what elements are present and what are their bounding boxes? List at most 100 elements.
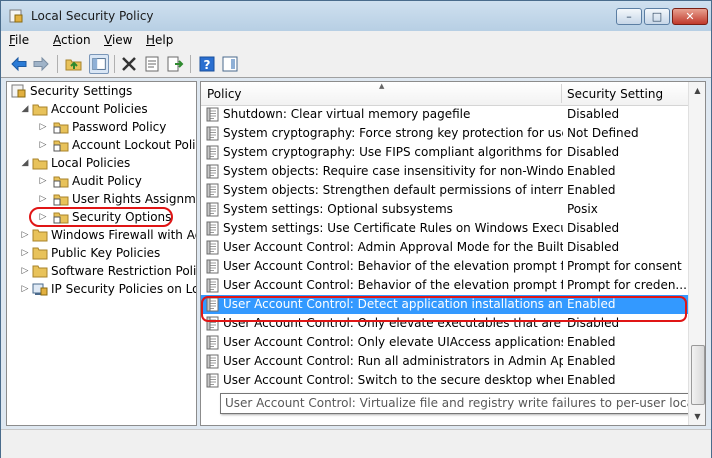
policy-name-cell: User Account Control: Behavior of the el…	[223, 259, 563, 273]
tree-item-label: Password Policy	[72, 120, 167, 134]
policy-name-cell: User Account Control: Run all administra…	[223, 354, 563, 368]
console-tree-pane: Security Settings ◢ Account Policies ▷ P…	[6, 81, 197, 426]
forward-icon[interactable]	[31, 54, 51, 74]
table-row[interactable]: System cryptography: Use FIPS compliant …	[201, 143, 688, 162]
policy-item-icon	[206, 354, 219, 369]
local-security-policy-window: Local Security Policy – □ ✕ File Action …	[0, 0, 712, 458]
expand-arrow-icon[interactable]: ▷	[38, 172, 48, 190]
policy-name-cell: User Account Control: Only elevate UIAcc…	[223, 335, 563, 349]
title-bar[interactable]: Local Security Policy – □ ✕	[1, 1, 711, 31]
mmc-panel-icon[interactable]	[220, 54, 240, 74]
expand-arrow-icon[interactable]: ▷	[38, 136, 48, 154]
policy-item-icon	[206, 335, 219, 350]
policy-item-icon	[206, 278, 219, 293]
tree-item-label: Account Policies	[51, 102, 148, 116]
table-row[interactable]: User Account Control: Admin Approval Mod…	[201, 238, 688, 257]
security-setting-cell: Disabled	[567, 107, 620, 121]
tree-item-label: Security Settings	[30, 84, 133, 98]
policy-tooltip: User Account Control: Virtualize file an…	[220, 393, 705, 414]
menu-action-label: ction	[61, 33, 91, 47]
table-row[interactable]: System settings: Use Certificate Rules o…	[201, 219, 688, 238]
security-setting-cell: Disabled	[567, 221, 620, 235]
tree-item-label: User Rights Assignment	[72, 192, 196, 206]
show-hide-tree-icon[interactable]	[89, 54, 109, 74]
security-setting-cell: Enabled	[567, 335, 616, 349]
table-row[interactable]: User Account Control: Only elevate UIAcc…	[201, 333, 688, 352]
menu-bar: File Action View Help	[1, 31, 711, 51]
security-setting-cell: Posix	[567, 202, 598, 216]
table-row[interactable]: System settings: Optional subsystems Posi…	[201, 200, 688, 219]
close-button[interactable]: ✕	[672, 8, 708, 25]
policy-list-pane: ▲ Policy Security Setting Shutdown: Clea…	[200, 81, 706, 426]
ip-security-icon	[32, 283, 48, 296]
scroll-down-icon[interactable]: ▼	[689, 408, 705, 425]
collapse-arrow-icon[interactable]: ◢	[20, 100, 30, 118]
help-icon[interactable]: ?	[197, 54, 217, 74]
sort-ascending-icon: ▲	[379, 82, 385, 90]
policy-name-cell: System settings: Optional subsystems	[223, 202, 453, 216]
menu-view[interactable]: View	[104, 33, 132, 47]
policy-name-cell: System objects: Require case insensitivi…	[223, 164, 563, 178]
expand-arrow-icon[interactable]: ▷	[20, 280, 30, 298]
table-row[interactable]: User Account Control: Behavior of the el…	[201, 257, 688, 276]
maximize-button[interactable]: □	[644, 8, 670, 25]
table-row[interactable]: System cryptography: Force strong key pr…	[201, 124, 688, 143]
table-row[interactable]: User Account Control: Behavior of the el…	[201, 276, 688, 295]
table-row[interactable]: System objects: Strengthen default permi…	[201, 181, 688, 200]
folder-icon	[32, 247, 48, 260]
policy-folder-icon	[53, 140, 69, 152]
folder-open-icon	[32, 158, 48, 170]
policy-name-cell: User Account Control: Behavior of the el…	[223, 278, 563, 292]
expand-arrow-icon[interactable]: ▷	[20, 226, 30, 244]
tree-item-label: IP Security Policies on Local Computer	[51, 282, 196, 296]
vertical-scrollbar[interactable]: ▲ ▼	[688, 82, 705, 425]
tree-item-label: Public Key Policies	[51, 246, 161, 260]
table-row[interactable]: User Account Control: Run all administra…	[201, 352, 688, 371]
toolbar-separator	[57, 55, 58, 73]
tree-item-label: Windows Firewall with Advanced Security	[51, 228, 196, 242]
menu-action[interactable]: Action	[53, 33, 91, 47]
policy-folder-icon	[53, 122, 69, 134]
back-icon[interactable]	[9, 54, 29, 74]
column-header-policy[interactable]: Policy	[207, 87, 242, 101]
export-list-icon[interactable]	[165, 54, 185, 74]
menu-help-label: elp	[155, 33, 174, 47]
menu-help[interactable]: Help	[146, 33, 173, 47]
expand-arrow-icon[interactable]: ▷	[38, 190, 48, 208]
folder-open-icon	[32, 104, 48, 116]
svg-text:?: ?	[204, 58, 211, 72]
scroll-up-icon[interactable]: ▲	[689, 82, 705, 99]
policy-name-cell: User Account Control: Admin Approval Mod…	[223, 240, 563, 254]
delete-icon[interactable]	[119, 54, 139, 74]
properties-icon[interactable]	[142, 54, 162, 74]
policy-item-icon	[206, 373, 219, 388]
toolbar-separator	[114, 55, 115, 73]
policy-item-icon	[206, 164, 219, 179]
security-setting-cell: Disabled	[567, 240, 620, 254]
expand-arrow-icon[interactable]: ▷	[38, 118, 48, 136]
table-row[interactable]: System objects: Require case insensitivi…	[201, 162, 688, 181]
menu-file[interactable]: File	[9, 33, 29, 47]
folder-icon	[32, 265, 48, 278]
collapse-arrow-icon[interactable]: ◢	[20, 154, 30, 172]
folder-icon	[32, 229, 48, 242]
menu-help-mnemonic: H	[146, 33, 156, 47]
table-row[interactable]: Shutdown: Clear virtual memory pagefile D…	[201, 105, 688, 124]
policy-item-icon	[206, 107, 219, 122]
expand-arrow-icon[interactable]: ▷	[20, 244, 30, 262]
status-bar	[1, 429, 711, 458]
security-setting-cell: Prompt for consent	[567, 259, 682, 273]
expand-arrow-icon[interactable]: ▷	[20, 262, 30, 280]
column-header-security-setting[interactable]: Security Setting	[567, 87, 663, 101]
tree-item-label: Software Restriction Policies	[51, 264, 197, 278]
security-setting-cell: Not Defined	[567, 126, 639, 140]
security-setting-cell: Disabled	[567, 145, 620, 159]
policy-item-icon	[206, 221, 219, 236]
security-setting-cell: Enabled	[567, 183, 616, 197]
scrollbar-thumb[interactable]	[691, 345, 705, 405]
column-divider[interactable]	[561, 84, 562, 103]
minimize-button[interactable]: –	[616, 8, 642, 25]
policy-name-cell: User Account Control: Switch to the secu…	[223, 373, 563, 387]
up-folder-icon[interactable]	[64, 54, 84, 74]
table-row[interactable]: User Account Control: Switch to the secu…	[201, 371, 688, 390]
